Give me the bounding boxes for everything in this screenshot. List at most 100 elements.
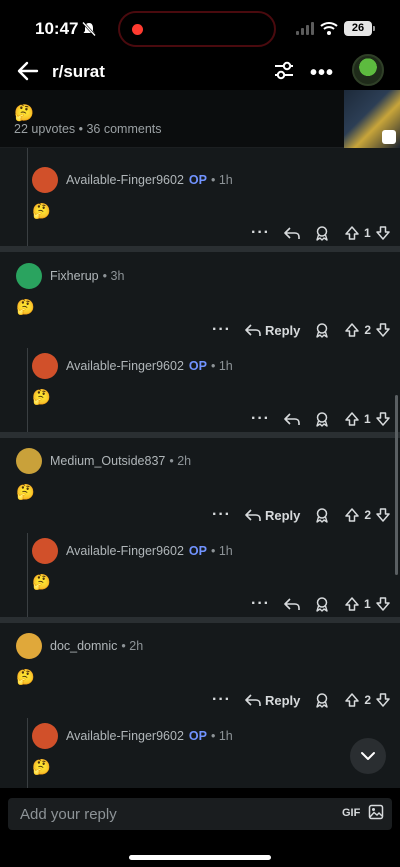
comment-thread: doc_domnic • 2h 🤔 ··· Reply 2 Available-…: [0, 623, 400, 788]
comment-time: • 2h: [169, 454, 192, 468]
recording-dot-icon: [132, 24, 143, 35]
avatar[interactable]: [32, 353, 58, 379]
thread-line: [27, 533, 28, 617]
vote-group: 2: [344, 507, 391, 523]
comment-body: 🤔: [32, 759, 51, 776]
post-title: 🤔: [14, 105, 34, 122]
comment-header: Available-Finger9602 OP • 1h: [32, 353, 233, 379]
thread-line: [27, 148, 28, 246]
thread-line: [27, 718, 28, 788]
reply-button[interactable]: Reply: [245, 693, 300, 708]
reply-label: Reply: [264, 692, 301, 708]
cellular-signal-icon: [296, 22, 314, 35]
comment-actions: ··· Reply 2: [212, 506, 391, 524]
post-meta: 22 upvotes • 36 comments: [14, 122, 162, 136]
reply-bar: GIF: [0, 788, 400, 867]
next-comment-button[interactable]: [350, 738, 386, 774]
upvote-icon[interactable]: [344, 596, 360, 612]
award-icon[interactable]: [314, 692, 330, 708]
op-badge: OP: [188, 359, 207, 373]
vote-group: 2: [344, 692, 391, 708]
downvote-icon[interactable]: [375, 225, 391, 241]
image-icon[interactable]: [368, 804, 384, 820]
award-icon[interactable]: [314, 596, 330, 612]
battery-indicator: 26: [344, 21, 375, 36]
comment-time: • 2h: [121, 639, 144, 653]
vote-group: 1: [344, 225, 391, 241]
reply-button[interactable]: [284, 226, 300, 240]
avatar[interactable]: [32, 723, 58, 749]
subreddit-name[interactable]: r/surat: [52, 62, 105, 82]
user-avatar[interactable]: [352, 54, 384, 86]
reply-arrow-icon: [284, 413, 300, 425]
reply-label: Reply: [264, 507, 301, 523]
post-thumbnail[interactable]: [344, 90, 400, 148]
scrollbar[interactable]: [395, 395, 398, 575]
sort-filter-icon[interactable]: [272, 60, 296, 82]
comment-username[interactable]: Fixherup: [50, 269, 99, 283]
more-icon[interactable]: ···: [212, 321, 231, 339]
gif-button[interactable]: GIF: [342, 807, 360, 819]
vote-count: 1: [363, 226, 371, 240]
reply-input[interactable]: [8, 798, 392, 830]
more-icon[interactable]: ···: [251, 595, 270, 613]
reply-label: Reply: [264, 322, 301, 338]
op-badge: OP: [188, 544, 207, 558]
vote-count: 2: [364, 508, 372, 522]
comment-body: 🤔: [16, 669, 35, 686]
comment-username[interactable]: Medium_Outside837: [50, 454, 165, 468]
more-options-icon[interactable]: •••: [310, 62, 334, 85]
award-icon[interactable]: [314, 322, 330, 338]
op-badge: OP: [188, 729, 207, 743]
upvote-icon[interactable]: [344, 225, 360, 241]
vote-count: 1: [363, 412, 371, 426]
avatar[interactable]: [32, 538, 58, 564]
avatar[interactable]: [32, 167, 58, 193]
comment-username[interactable]: Available-Finger9602: [66, 173, 184, 187]
award-icon[interactable]: [314, 225, 330, 241]
thread-line: [27, 348, 28, 432]
comment-header: Available-Finger9602 OP • 1h: [32, 723, 233, 749]
comment-time: • 1h: [210, 729, 233, 743]
comment-time: • 1h: [210, 359, 233, 373]
back-arrow-icon[interactable]: [16, 60, 40, 82]
comment-body: 🤔: [32, 203, 51, 220]
more-icon[interactable]: ···: [251, 224, 270, 242]
reply-button[interactable]: Reply: [245, 508, 300, 523]
vote-count: 2: [364, 693, 372, 707]
downvote-icon[interactable]: [375, 322, 391, 338]
reply-button[interactable]: [284, 597, 300, 611]
upvote-icon[interactable]: [344, 507, 360, 523]
comment-body: 🤔: [16, 484, 35, 501]
comment-actions: ··· Reply 2: [212, 321, 391, 339]
more-icon[interactable]: ···: [212, 691, 231, 709]
reply-button[interactable]: [284, 412, 300, 426]
comment-username[interactable]: Available-Finger9602: [66, 544, 184, 558]
more-icon[interactable]: ···: [251, 410, 270, 428]
downvote-icon[interactable]: [375, 692, 391, 708]
comment-header: doc_domnic • 2h: [16, 633, 143, 659]
upvote-icon[interactable]: [344, 322, 360, 338]
comment-username[interactable]: Available-Finger9602: [66, 359, 184, 373]
downvote-icon[interactable]: [375, 411, 391, 427]
comment-feed[interactable]: Available-Finger9602 OP • 1h 🤔 ··· 1 Fix…: [0, 148, 400, 788]
downvote-icon[interactable]: [375, 507, 391, 523]
vote-group: 2: [344, 322, 391, 338]
award-icon[interactable]: [314, 507, 330, 523]
post-summary[interactable]: 🤔 22 upvotes • 36 comments: [0, 90, 400, 148]
upvote-icon[interactable]: [344, 692, 360, 708]
comment-actions: ··· 1: [251, 410, 391, 428]
more-icon[interactable]: ···: [212, 506, 231, 524]
comment-header: Fixherup • 3h: [16, 263, 124, 289]
award-icon[interactable]: [314, 411, 330, 427]
avatar[interactable]: [16, 263, 42, 289]
upvote-icon[interactable]: [344, 411, 360, 427]
downvote-icon[interactable]: [375, 596, 391, 612]
avatar[interactable]: [16, 448, 42, 474]
comment-username[interactable]: Available-Finger9602: [66, 729, 184, 743]
comment-username[interactable]: doc_domnic: [50, 639, 117, 653]
avatar[interactable]: [16, 633, 42, 659]
reply-button[interactable]: Reply: [245, 323, 300, 338]
home-indicator: [129, 855, 271, 860]
reply-arrow-icon: [245, 324, 261, 336]
